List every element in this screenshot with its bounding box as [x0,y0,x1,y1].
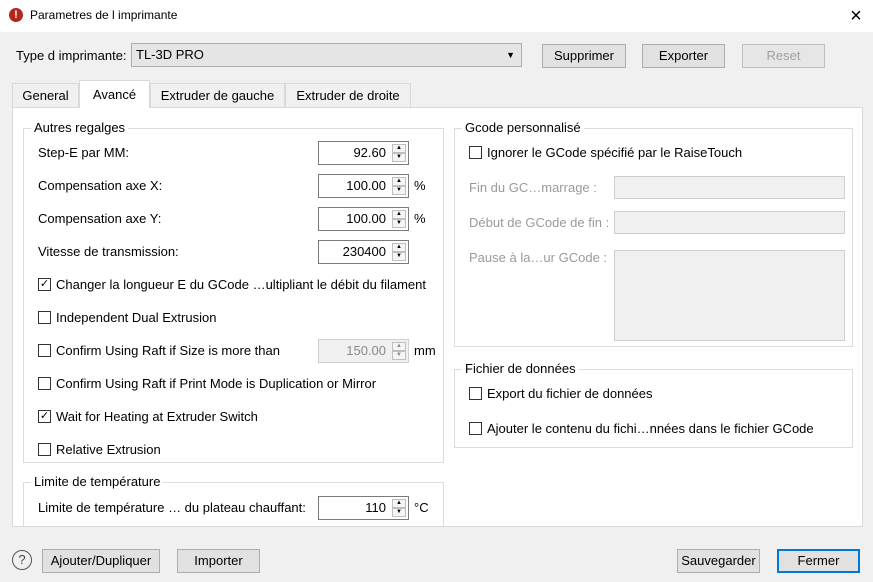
app-icon [9,8,23,22]
spin-up-icon[interactable]: ▲ [392,210,406,219]
gcode-title: Gcode personnalisé [462,120,584,135]
printer-type-label: Type d imprimante: [16,48,127,63]
export-data-label: Export du fichier de données [487,386,653,401]
wait-heating-checkbox[interactable]: ✓ [38,410,51,423]
raft-size-unit: mm [414,343,436,358]
window-title: Parametres de l imprimante [30,8,178,22]
import-button[interactable]: Importer [177,549,260,573]
spin-up-icon[interactable]: ▲ [392,243,406,252]
spin-up-icon[interactable]: ▲ [392,144,406,153]
add-duplicate-button[interactable]: Ajouter/Dupliquer [42,549,160,573]
tab-avance[interactable]: Avancé [79,80,150,108]
end-gcode-label: Début de GCode de fin : [469,215,610,230]
spin-down-icon[interactable]: ▼ [392,508,406,517]
wait-heating-label: Wait for Heating at Extruder Switch [56,409,258,424]
tab-extruder-droite[interactable]: Extruder de droite [285,83,411,107]
ignore-gcode-checkbox[interactable] [469,146,482,159]
printer-type-value: TL-3D PRO [136,47,204,62]
spin-down-icon[interactable]: ▼ [392,186,406,195]
spin-down-icon[interactable]: ▼ [392,351,406,360]
data-file-group: Fichier de données [454,361,853,448]
dual-extrusion-label: Independent Dual Extrusion [56,310,217,325]
title-bar: Parametres de l imprimante × [0,0,873,32]
bed-temp-spinbox[interactable]: 110 ▲ ▼ [318,496,409,520]
baud-spinbox[interactable]: 230400 ▲ ▼ [318,240,409,264]
raft-size-label: Confirm Using Raft if Size is more than [56,343,280,358]
spin-down-icon[interactable]: ▼ [392,219,406,228]
baud-label: Vitesse de transmission: [38,244,179,259]
save-button[interactable]: Sauvegarder [677,549,760,573]
comp-x-label: Compensation axe X: [38,178,163,193]
raft-size-spinbox[interactable]: 150.00 ▲ ▼ [318,339,409,363]
comp-y-unit: % [414,211,426,226]
bed-temp-value: 110 [365,500,386,515]
data-file-title: Fichier de données [462,361,579,376]
comp-x-value: 100.00 [346,178,386,193]
ignore-gcode-label: Ignorer le GCode spécifié par le RaiseTo… [487,145,743,160]
reset-button[interactable]: Reset [742,44,825,68]
delete-button[interactable]: Supprimer [542,44,626,68]
tab-general[interactable]: General [12,83,79,107]
change-e-length-checkbox[interactable]: ✓ [38,278,51,291]
other-settings-title: Autres regalges [31,120,129,135]
spin-down-icon[interactable]: ▼ [392,153,406,162]
start-gcode-label: Fin du GC…marrage : [469,180,597,195]
comp-y-value: 100.00 [346,211,386,226]
dual-extrusion-checkbox[interactable] [38,311,51,324]
stepe-label: Step-E par MM: [38,145,130,160]
close-icon[interactable]: × [840,4,872,28]
relative-extrusion-label: Relative Extrusion [56,442,161,457]
help-icon[interactable]: ? [12,550,32,570]
pause-gcode-label: Pause à la…ur GCode : [469,250,608,265]
spin-up-icon[interactable]: ▲ [392,342,406,351]
close-button[interactable]: Fermer [777,549,860,573]
comp-y-spinbox[interactable]: 100.00 ▲ ▼ [318,207,409,231]
relative-extrusion-checkbox[interactable] [38,443,51,456]
spin-up-icon[interactable]: ▲ [392,177,406,186]
end-gcode-field[interactable] [614,211,845,234]
change-e-length-label: Changer la longueur E du GCode …ultiplia… [56,277,427,292]
start-gcode-field[interactable] [614,176,845,199]
export-button[interactable]: Exporter [642,44,725,68]
spin-down-icon[interactable]: ▼ [392,252,406,261]
spin-up-icon[interactable]: ▲ [392,499,406,508]
append-data-label: Ajouter le contenu du fichi…nnées dans l… [487,421,814,436]
raft-size-value: 150.00 [346,343,386,358]
baud-value: 230400 [342,244,386,259]
printer-type-select[interactable]: TL-3D PRO ▼ [131,43,522,67]
stepe-spinbox[interactable]: 92.60 ▲ ▼ [318,141,409,165]
bed-temp-label: Limite de température … du plateau chauf… [38,500,306,515]
comp-y-label: Compensation axe Y: [38,211,162,226]
stepe-value: 92.60 [353,145,386,160]
bed-temp-unit: °C [414,500,429,515]
pause-gcode-field[interactable] [614,250,845,341]
tab-extruder-gauche[interactable]: Extruder de gauche [150,83,285,107]
raft-mode-checkbox[interactable] [38,377,51,390]
chevron-down-icon: ▼ [506,50,515,60]
export-data-checkbox[interactable] [469,387,482,400]
raft-size-checkbox[interactable] [38,344,51,357]
comp-x-spinbox[interactable]: 100.00 ▲ ▼ [318,174,409,198]
append-data-checkbox[interactable] [469,422,482,435]
raft-mode-label: Confirm Using Raft if Print Mode is Dupl… [56,376,377,391]
comp-x-unit: % [414,178,426,193]
temp-limit-title: Limite de température [31,474,164,489]
